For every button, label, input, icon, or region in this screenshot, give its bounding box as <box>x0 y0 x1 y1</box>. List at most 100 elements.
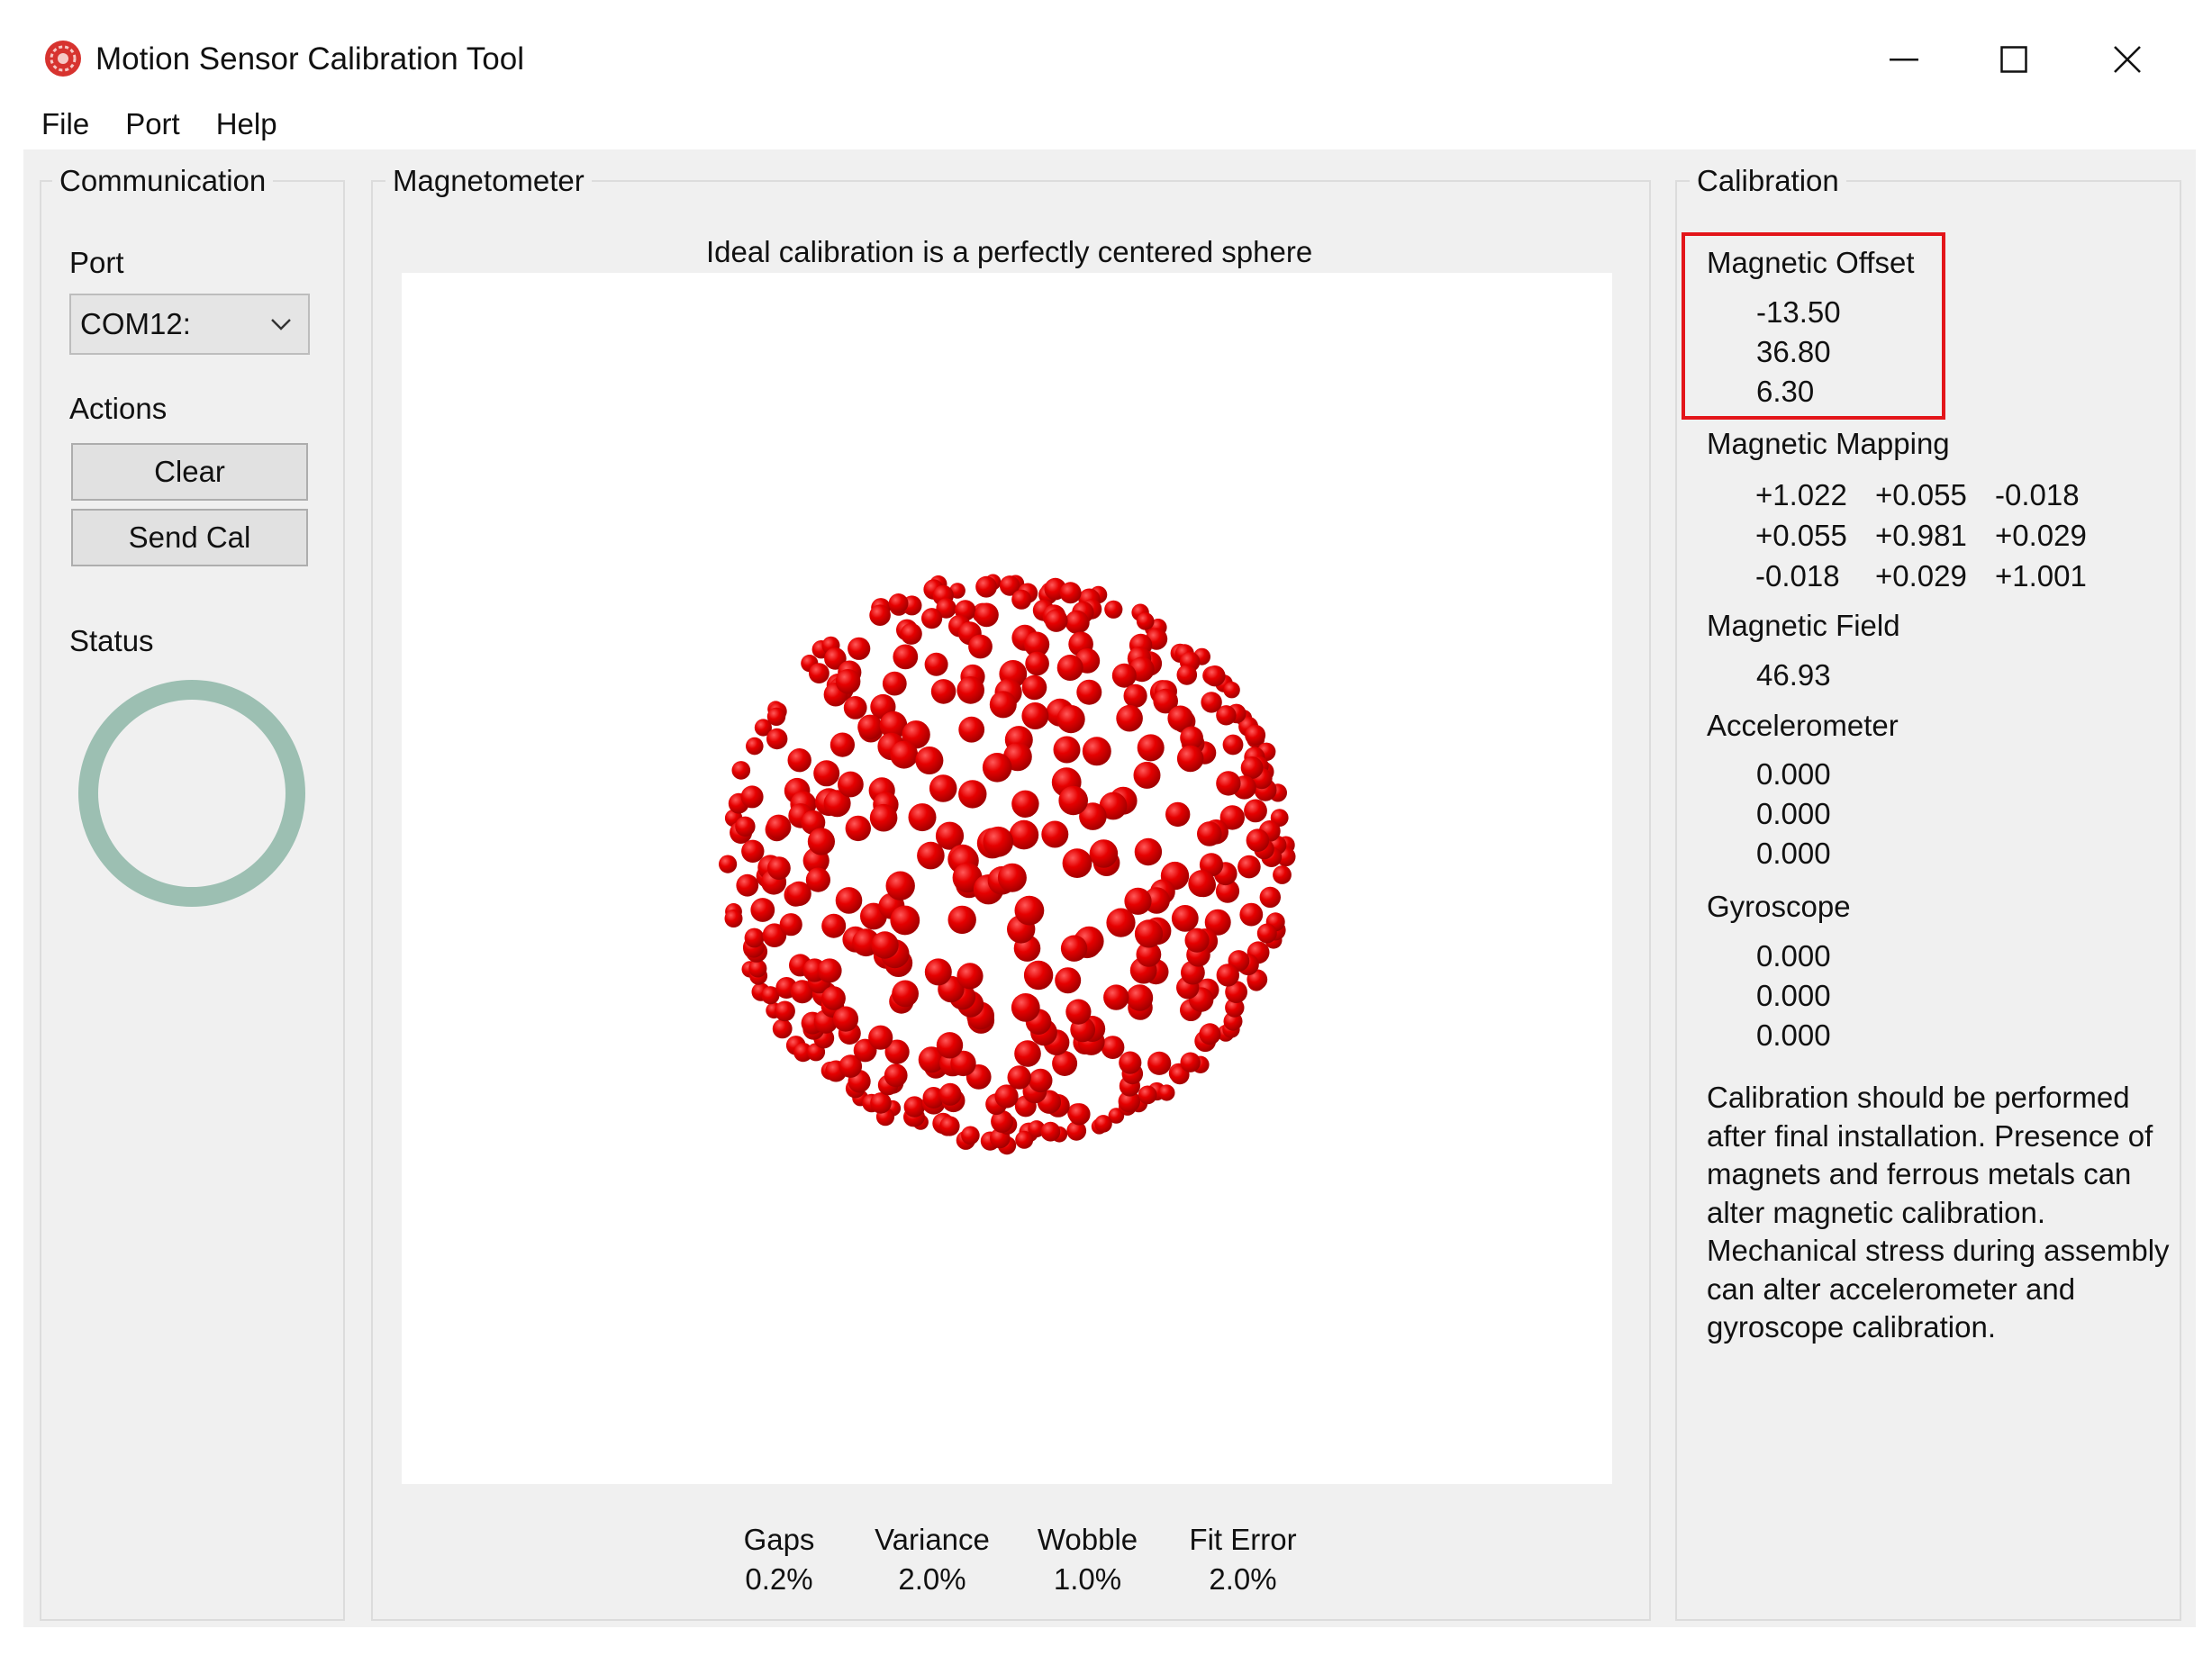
sample-point <box>832 1006 859 1032</box>
sample-point <box>1239 902 1264 927</box>
sample-point <box>1015 1130 1034 1149</box>
sample-point <box>1106 908 1136 937</box>
sample-point <box>1180 1052 1201 1072</box>
close-icon <box>2113 45 2142 74</box>
sample-point <box>767 856 791 880</box>
gyroscope-label: Gyroscope <box>1707 890 1851 923</box>
sample-point <box>741 839 765 863</box>
stat-fit-error: Fit Error 2.0% <box>1166 1520 1319 1599</box>
sample-point <box>869 803 898 832</box>
sample-point <box>921 608 943 629</box>
sample-point <box>1201 692 1222 713</box>
sample-point <box>1101 1036 1125 1059</box>
sample-point <box>805 867 830 892</box>
stat-wobble-label: Wobble <box>1037 1523 1138 1556</box>
stat-fit-error-label: Fit Error <box>1189 1523 1297 1556</box>
sample-point <box>936 1032 964 1059</box>
sample-point <box>1171 905 1199 932</box>
matrix-cell: +0.029 <box>1875 559 1967 593</box>
accelerometer-values: 0.000 0.000 0.000 <box>1756 755 1831 873</box>
sample-point <box>1104 600 1123 619</box>
sample-point <box>1165 801 1191 828</box>
send-cal-button[interactable]: Send Cal <box>71 509 308 566</box>
port-label: Port <box>69 246 124 279</box>
matrix-cell: +0.029 <box>1995 519 2087 552</box>
sample-point <box>939 1116 960 1136</box>
title-bar: Motion Sensor Calibration Tool <box>0 0 2198 104</box>
sample-point <box>775 1000 795 1022</box>
menu-help[interactable]: Help <box>198 104 295 145</box>
communication-title: Communication <box>52 163 274 199</box>
sample-point <box>869 604 891 626</box>
menu-bar: File Port Help <box>0 101 2198 148</box>
sample-point <box>1021 702 1049 729</box>
sample-point <box>868 1025 893 1050</box>
calibration-note: Calibration should be performed after fi… <box>1707 1081 2170 1344</box>
sphere-point-cloud <box>719 574 1296 1155</box>
sample-point <box>1119 1051 1142 1074</box>
actions-label: Actions <box>69 392 168 425</box>
clear-button[interactable]: Clear <box>71 443 308 501</box>
sample-point <box>1025 651 1049 676</box>
sample-point <box>817 958 842 983</box>
sample-point <box>813 760 840 787</box>
sample-point <box>1082 737 1111 766</box>
sample-point <box>735 816 756 837</box>
accel-x: 0.000 <box>1756 757 1831 791</box>
status-ring <box>76 677 308 914</box>
sample-point <box>900 622 922 645</box>
sample-point <box>1056 655 1083 681</box>
sample-point <box>982 753 1012 783</box>
sample-point <box>1123 683 1147 708</box>
status-label: Status <box>69 624 154 657</box>
magnetic-field-label: Magnetic Field <box>1707 609 1900 642</box>
matrix-row: +0.055 +0.981 +0.029 <box>1755 515 2115 556</box>
close-button[interactable] <box>2082 20 2172 99</box>
sample-point <box>1068 1103 1091 1126</box>
sample-point <box>929 774 957 802</box>
sample-point <box>750 898 775 922</box>
sample-point <box>870 1092 892 1114</box>
sample-point <box>1011 993 1040 1022</box>
sample-point <box>1089 839 1119 868</box>
sample-point <box>1023 960 1054 991</box>
sample-point <box>843 696 867 719</box>
stat-gaps-value: 0.2% <box>745 1562 813 1596</box>
sample-point <box>938 1082 962 1106</box>
sample-point <box>968 634 993 659</box>
menu-port[interactable]: Port <box>107 104 198 145</box>
stat-gaps: Gaps 0.2% <box>712 1520 847 1599</box>
sample-point <box>915 747 944 774</box>
accelerometer-label: Accelerometer <box>1707 709 1899 742</box>
sample-point <box>857 714 883 740</box>
sample-point <box>1076 679 1102 705</box>
sample-point <box>924 652 948 676</box>
sample-point <box>1184 928 1210 953</box>
matrix-cell: +0.981 <box>1875 519 1967 552</box>
gyro-z: 0.000 <box>1756 1018 1831 1052</box>
stat-wobble: Wobble 1.0% <box>1013 1520 1162 1599</box>
offset-z: 6.30 <box>1756 375 1815 408</box>
port-select[interactable]: COM12: <box>69 294 310 355</box>
sample-point <box>746 737 764 756</box>
magnetic-offset-label: Magnetic Offset <box>1707 246 1915 279</box>
sample-point <box>956 676 984 704</box>
magnetic-mapping-label: Magnetic Mapping <box>1707 427 1950 460</box>
minimize-button[interactable] <box>1859 20 1949 99</box>
sample-point <box>871 931 899 959</box>
menu-file[interactable]: File <box>0 104 107 145</box>
sample-point <box>740 785 764 809</box>
matrix-cell: +0.055 <box>1875 478 1967 511</box>
sample-point <box>1147 1051 1172 1075</box>
sample-point <box>835 887 863 914</box>
sample-point <box>1197 821 1222 846</box>
sample-point <box>1058 785 1088 816</box>
sample-point <box>1041 820 1069 848</box>
sample-point <box>1138 1085 1157 1105</box>
matrix-cell: +1.001 <box>1995 559 2087 593</box>
sample-point <box>1246 828 1270 852</box>
maximize-button[interactable] <box>1969 20 2059 99</box>
matrix-cell: +1.022 <box>1755 478 1847 511</box>
sample-point <box>1199 1023 1221 1045</box>
sample-point <box>1094 1115 1112 1133</box>
